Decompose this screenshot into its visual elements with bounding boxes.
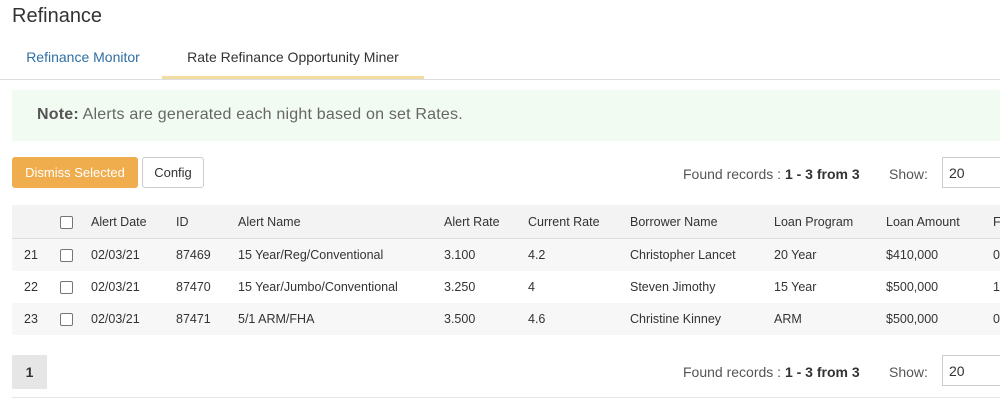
loan-amount-cell: $410,000 [878, 238, 985, 271]
id-header[interactable]: ID [168, 205, 230, 239]
select-all-checkbox[interactable] [60, 215, 73, 229]
alerts-table: Alert Date ID Alert Name Alert Rate Curr… [12, 205, 1000, 335]
tab-bar: Refinance Monitor Rate Refinance Opportu… [0, 38, 1000, 80]
row-checkbox[interactable] [60, 313, 73, 327]
truncated-cell: 0 [985, 303, 1000, 335]
loan-amount-cell: $500,000 [886, 280, 939, 294]
page-title: Refinance [12, 5, 103, 27]
tab-rate-refinance-opportunity-miner[interactable]: Rate Refinance Opportunity Miner [162, 38, 424, 79]
loan-program-cell: 15 Year [774, 280, 817, 294]
truncated-cell: 0 [985, 238, 1000, 271]
current-rate-header[interactable]: Current Rate [520, 205, 622, 239]
found-records-prefix: Found records : [683, 166, 782, 182]
row-number: 22 [24, 280, 38, 294]
row-number: 23 [12, 303, 50, 335]
config-button[interactable]: Config [142, 157, 204, 188]
alert-name-header[interactable]: Alert Name [230, 205, 436, 239]
id-cell: 87469 [168, 238, 230, 271]
id-cell: 87471 [168, 303, 230, 335]
row-number: 21 [12, 238, 50, 271]
table-row: 23 02/03/21 87471 5/1 ARM/FHA 3.500 4.6 … [12, 303, 1000, 335]
show-label-top: Show: [889, 166, 928, 182]
found-records-range: 1 - 3 from 3 [784, 364, 860, 380]
row-checkbox[interactable] [60, 249, 73, 263]
current-rate-cell: 4 [528, 280, 535, 294]
loan-program-header[interactable]: Loan Program [766, 205, 878, 239]
loan-program-cell: ARM [766, 303, 878, 335]
truncated-column-header[interactable]: F [985, 205, 1000, 239]
row-select-cell [50, 271, 83, 303]
borrower-name-link[interactable]: Steven Jimothy [622, 271, 766, 303]
found-records-prefix: Found records : [683, 364, 782, 380]
tab-refinance-monitor[interactable]: Refinance Monitor [12, 38, 154, 79]
alert-rate-cell: 3.100 [436, 238, 520, 271]
alert-name-cell: 15 Year/Jumbo/Conventional [238, 280, 398, 294]
page-size-input-top[interactable] [942, 157, 1000, 188]
row-checkbox[interactable] [60, 281, 73, 295]
table-header-row: Alert Date ID Alert Name Alert Rate Curr… [12, 205, 1000, 239]
borrower-name-link[interactable]: Christopher Lancet [622, 238, 766, 271]
note-banner: Note: Alerts are generated each night ba… [12, 90, 1000, 141]
current-rate-cell: 4.2 [520, 238, 622, 271]
loan-amount-cell: $500,000 [878, 303, 985, 335]
alert-date-header[interactable]: Alert Date [83, 205, 168, 239]
loan-program-cell: 20 Year [766, 238, 878, 271]
table-row: 22 02/03/21 87470 15 Year/Jumbo/Conventi… [12, 271, 1000, 303]
dismiss-selected-button[interactable]: Dismiss Selected [12, 157, 138, 188]
row-select-cell [50, 238, 83, 271]
show-label-bottom: Show: [889, 364, 928, 380]
loan-amount-header[interactable]: Loan Amount [878, 205, 985, 239]
alert-date-cell: 02/03/21 [83, 238, 168, 271]
alert-date-cell: 02/03/21 [83, 303, 168, 335]
borrower-name-link[interactable]: Christine Kinney [622, 303, 766, 335]
alert-rate-header[interactable]: Alert Rate [436, 205, 520, 239]
alert-rate-cell: 3.250 [444, 280, 476, 294]
alert-name-cell: 5/1 ARM/FHA [230, 303, 436, 335]
row-number-header [12, 205, 50, 239]
current-rate-cell: 4.6 [520, 303, 622, 335]
found-records-bottom: Found records : 1 - 3 from 3 [683, 364, 860, 380]
id-cell: 87470 [176, 280, 211, 294]
truncated-cell: 1 [993, 280, 1000, 294]
page-size-input-bottom[interactable] [942, 355, 1000, 386]
table-row: 21 02/03/21 87469 15 Year/Reg/Convention… [12, 238, 1000, 271]
page-1-button[interactable]: 1 [12, 355, 47, 389]
footer-divider [12, 397, 1000, 398]
borrower-name-header[interactable]: Borrower Name [622, 205, 766, 239]
found-records-range: 1 - 3 from 3 [784, 166, 860, 182]
row-select-cell [50, 303, 83, 335]
note-text: Alerts are generated each night based on… [82, 106, 463, 123]
alert-name-cell: 15 Year/Reg/Conventional [230, 238, 436, 271]
select-all-header [50, 205, 83, 239]
alert-rate-cell: 3.500 [436, 303, 520, 335]
alert-date-cell: 02/03/21 [91, 280, 140, 294]
note-label: Note: [37, 106, 79, 123]
found-records-top: Found records : 1 - 3 from 3 [683, 166, 860, 182]
